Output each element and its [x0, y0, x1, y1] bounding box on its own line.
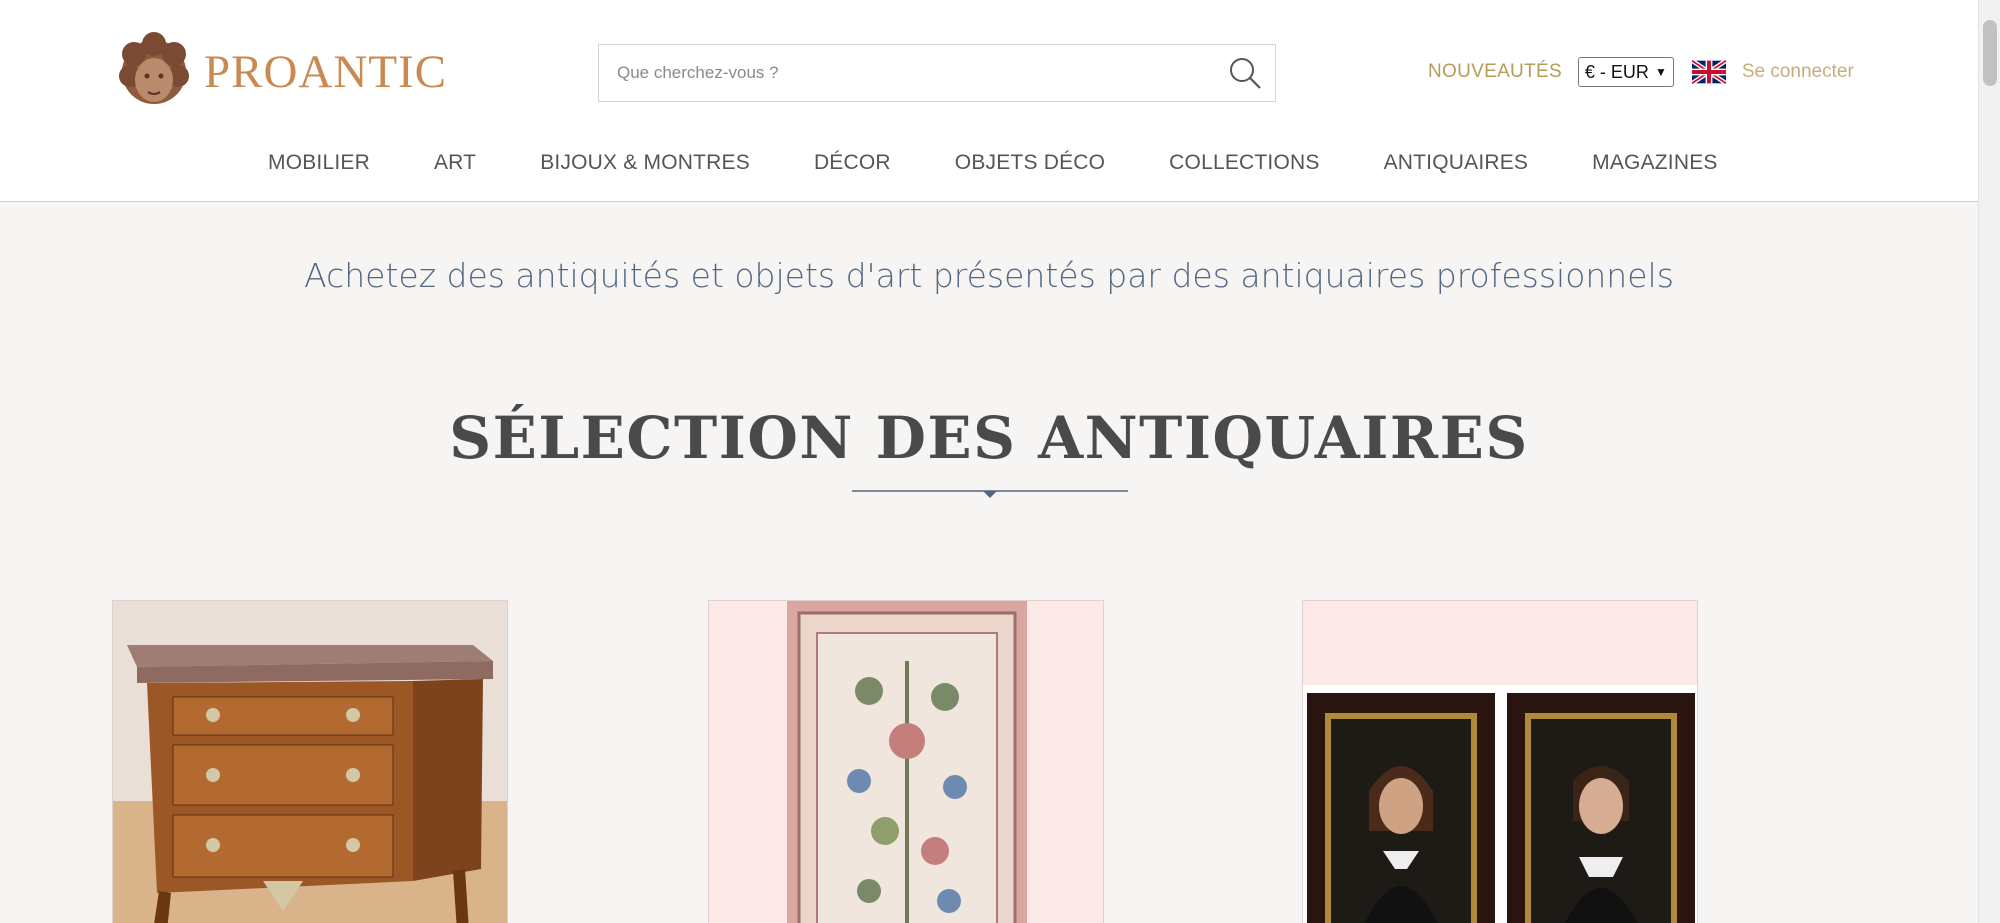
chevron-down-icon: ▼ [1654, 65, 1667, 79]
nav-item-collections[interactable]: COLLECTIONS [1169, 151, 1319, 175]
scrollbar-thumb[interactable] [1983, 20, 1997, 86]
section-title: SÉLECTION DES ANTIQUAIRES [449, 404, 1529, 472]
nav-item-decor[interactable]: DÉCOR [814, 151, 891, 175]
uk-flag-icon[interactable] [1691, 60, 1726, 84]
nav-item-art[interactable]: ART [434, 151, 476, 175]
product-card-rug[interactable] [708, 600, 1104, 923]
header-actions: NOUVEAUTÉS € - EUR ▼ Se connecter [1428, 56, 1854, 88]
site-header: PROANTIC NOUVEAUTÉS € - EUR ▼ Se connect… [0, 0, 1978, 202]
product-card-commode[interactable] [112, 600, 508, 923]
nav-item-bijoux-montres[interactable]: BIJOUX & MONTRES [540, 151, 750, 175]
title-divider [852, 490, 1128, 498]
currency-value: € - EUR [1584, 61, 1649, 82]
marquetry-commode-image [113, 601, 507, 923]
floral-tree-rug-image [709, 601, 1103, 923]
currency-select[interactable]: € - EUR ▼ [1577, 57, 1674, 87]
vertical-scrollbar[interactable] [1978, 0, 2000, 923]
pair-of-portraits-image [1303, 601, 1697, 923]
login-link[interactable]: Se connecter [1742, 61, 1854, 83]
cherub-head-icon [119, 32, 189, 104]
logo[interactable]: PROANTIC [108, 22, 456, 122]
new-arrivals-link[interactable]: NOUVEAUTÉS [1428, 61, 1562, 83]
product-carousel [108, 528, 1848, 923]
search-icon[interactable] [1225, 53, 1265, 93]
product-card-portraits[interactable] [1302, 600, 1698, 923]
main-nav: MOBILIER ART BIJOUX & MONTRES DÉCOR OBJE… [108, 124, 1848, 202]
nav-item-magazines[interactable]: MAGAZINES [1592, 151, 1717, 175]
nav-item-mobilier[interactable]: MOBILIER [268, 151, 370, 175]
nav-item-objets-deco[interactable]: OBJETS DÉCO [955, 151, 1105, 175]
logo-text: PROANTIC [204, 46, 448, 98]
page-tagline: Achetez des antiquités et objets d'art p… [304, 256, 1674, 295]
search-bar [598, 44, 1276, 102]
search-input[interactable] [599, 45, 1225, 101]
nav-item-antiquaires[interactable]: ANTIQUAIRES [1384, 151, 1529, 175]
